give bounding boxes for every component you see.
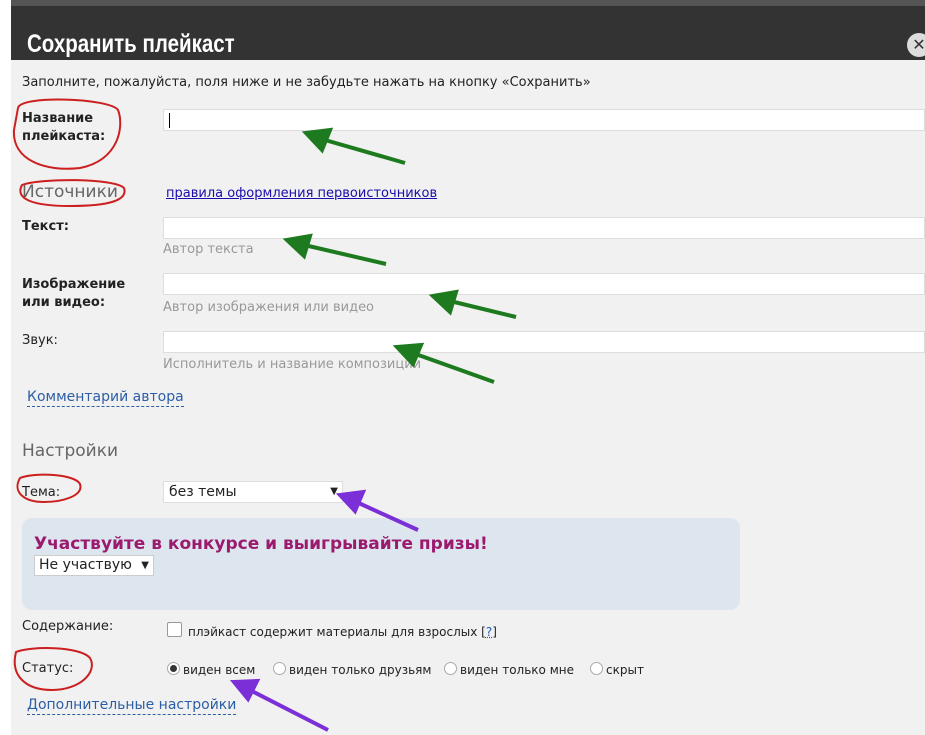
adult-content-caption: плэйкаст содержит материалы для взрослых… [188, 625, 486, 639]
close-icon[interactable]: ✕ [907, 33, 925, 57]
theme-select-value: без темы [169, 484, 237, 500]
adult-content-text: плэйкаст содержит материалы для взрослых… [188, 623, 497, 641]
text-source-label: Текст: [22, 219, 69, 234]
contest-title: Участвуйте в конкурсе и выигрывайте приз… [34, 534, 488, 554]
theme-select[interactable]: без темы ▼ [163, 481, 343, 503]
status-radio-me[interactable] [444, 662, 457, 675]
status-option-all: виден всем [183, 663, 256, 677]
chevron-down-icon: ▼ [330, 486, 338, 497]
status-radio-all[interactable] [167, 662, 180, 675]
sound-source-label: Звук: [22, 333, 58, 348]
dialog-title: Сохранить плейкаст [27, 30, 235, 58]
status-option-hidden: скрыт [606, 663, 644, 677]
status-option-friends: виден только друзьям [289, 663, 432, 677]
adult-content-checkbox[interactable] [167, 622, 182, 637]
author-comment-link[interactable]: Комментарий автора [27, 388, 184, 407]
intro-text: Заполните, пожалуйста, поля ниже и не за… [22, 75, 591, 90]
playcast-name-input[interactable] [163, 109, 925, 131]
image-author-hint: Автор изображения или видео [163, 300, 375, 315]
dialog-header: Сохранить плейкаст ✕ [11, 0, 925, 60]
settings-heading: Настройки [22, 441, 119, 461]
image-source-label: Изображение или видео: [22, 277, 126, 310]
content-label: Содержание: [22, 619, 114, 634]
green-arrow-1 [301, 127, 406, 165]
chevron-down-icon: ▼ [141, 560, 149, 571]
purple-arrow-2 [229, 678, 329, 732]
contest-select-value: Не участвую [39, 557, 132, 573]
sound-author-hint: Исполнитель и название композиции [163, 357, 422, 372]
status-option-me: виден только мне [460, 663, 574, 677]
adult-content-bracket: ] [492, 625, 497, 639]
status-radio-hidden[interactable] [590, 662, 603, 675]
theme-label: Тема: [22, 485, 61, 500]
text-author-hint: Автор текста [163, 242, 254, 257]
sources-heading: Источники [22, 182, 118, 202]
green-arrow-3 [428, 289, 517, 319]
sound-author-input[interactable] [163, 331, 925, 353]
text-author-input[interactable] [163, 217, 925, 239]
source-rules-link[interactable]: правила оформления первоисточников [166, 186, 437, 201]
more-settings-link[interactable]: Дополнительные настройки [27, 696, 237, 715]
image-author-input[interactable] [163, 273, 925, 295]
background-page-strip [0, 0, 11, 735]
status-radio-friends[interactable] [273, 662, 286, 675]
status-label: Статус: [22, 661, 74, 676]
green-arrow-2 [282, 233, 387, 266]
contest-banner: Участвуйте в конкурсе и выигрывайте приз… [22, 518, 740, 610]
playcast-name-label: Название плейкаста: [22, 111, 106, 144]
contest-select[interactable]: Не участвую ▼ [34, 555, 154, 576]
